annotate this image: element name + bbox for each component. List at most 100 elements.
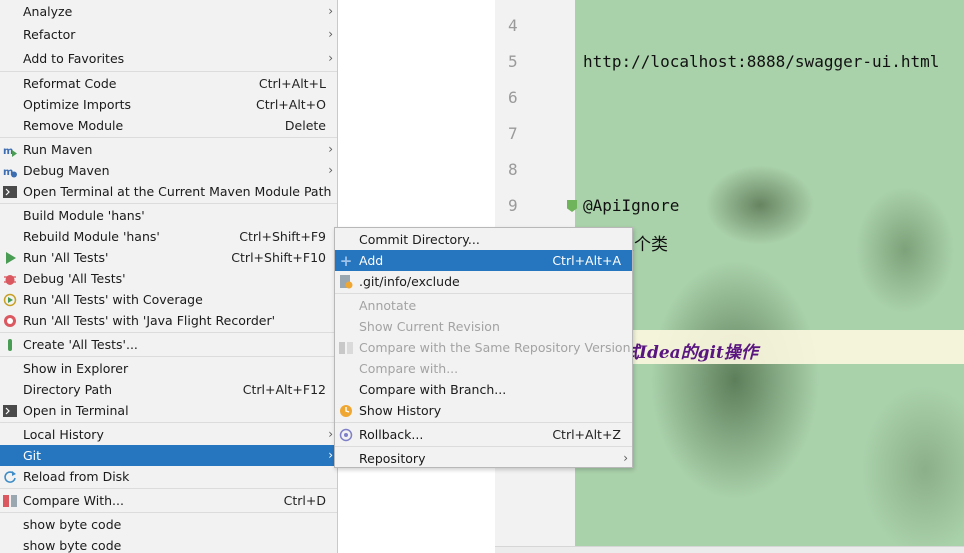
menu-item-rebuild-module[interactable]: Rebuild Module 'hans' Ctrl+Shift+F9	[0, 226, 337, 247]
menu-item-label: Directory Path	[23, 382, 113, 397]
debug-icon	[3, 272, 17, 286]
menu-item-git[interactable]: Git ›	[0, 445, 337, 466]
menu-item-label: Git	[23, 448, 42, 463]
menu-separator	[0, 512, 337, 513]
menu-item-shortcut: Ctrl+D	[283, 493, 326, 508]
menu-item-label: Show History	[359, 403, 442, 418]
menu-item-compare-with[interactable]: Compare With... Ctrl+D	[0, 490, 337, 511]
menu-item-shortcut: Ctrl+Alt+F12	[242, 382, 326, 397]
git-item-git-info-exclude[interactable]: .git/info/exclude	[335, 271, 632, 292]
menu-item-label: Annotate	[359, 298, 417, 313]
menu-separator	[335, 293, 632, 294]
submenu-arrow-icon: ›	[328, 4, 333, 18]
menu-item-label: Create 'All Tests'...	[23, 337, 138, 352]
menu-separator	[0, 71, 337, 72]
menu-item-analyze[interactable]: Analyze ›	[0, 1, 337, 22]
menu-item-build-module[interactable]: Build Module 'hans'	[0, 205, 337, 226]
menu-item-debug-maven[interactable]: m Debug Maven ›	[0, 160, 337, 181]
menu-item-show-in-explorer[interactable]: Show in Explorer	[0, 358, 337, 379]
git-item-show-history[interactable]: Show History	[335, 400, 632, 421]
line-number: 4	[508, 16, 518, 35]
svg-text:m: m	[3, 146, 13, 157]
compare-icon	[3, 494, 17, 508]
git-item-repository[interactable]: Repository ›	[335, 448, 632, 469]
menu-item-label: Show Current Revision	[359, 319, 500, 334]
menu-separator	[0, 203, 337, 204]
menu-item-run-maven[interactable]: m Run Maven ›	[0, 139, 337, 160]
menu-item-local-history[interactable]: Local History ›	[0, 424, 337, 445]
menu-item-show-byte-code-2[interactable]: show byte code	[0, 535, 337, 553]
git-item-compare-with-branch[interactable]: Compare with Branch...	[335, 379, 632, 400]
menu-separator	[0, 332, 337, 333]
menu-item-label: show byte code	[23, 517, 122, 532]
menu-item-shortcut: Ctrl+Shift+F9	[239, 229, 326, 244]
menu-item-label: Local History	[23, 427, 104, 442]
plus-icon: +	[339, 252, 353, 270]
menu-item-show-byte-code[interactable]: show byte code	[0, 514, 337, 535]
menu-separator	[0, 137, 337, 138]
reload-icon	[3, 470, 17, 484]
menu-item-label: Analyze	[23, 4, 73, 19]
git-item-compare-same-repo-version[interactable]: Compare with the Same Repository Version	[335, 337, 632, 358]
menu-item-label: Debug 'All Tests'	[23, 271, 126, 286]
git-submenu: Commit Directory... + Add Ctrl+Alt+A .gi…	[334, 227, 633, 468]
git-item-commit-directory[interactable]: Commit Directory...	[335, 229, 632, 250]
git-item-show-current-revision[interactable]: Show Current Revision	[335, 316, 632, 337]
menu-item-shortcut: Ctrl+Shift+F10	[231, 250, 326, 265]
history-icon	[339, 404, 353, 418]
line-number: 6	[508, 88, 518, 107]
menu-item-label: Optimize Imports	[23, 97, 132, 112]
menu-item-shortcut: Ctrl+Alt+O	[256, 97, 326, 112]
menu-item-shortcut: Delete	[284, 118, 326, 133]
git-item-compare-with[interactable]: Compare with...	[335, 358, 632, 379]
git-item-add[interactable]: + Add Ctrl+Alt+A	[335, 250, 632, 271]
menu-separator	[0, 356, 337, 357]
profiler-icon	[3, 314, 17, 328]
menu-item-label: Reformat Code	[23, 76, 117, 91]
git-file-icon	[339, 275, 353, 289]
menu-item-run-with-coverage[interactable]: Run 'All Tests' with Coverage	[0, 289, 337, 310]
submenu-arrow-icon: ›	[328, 427, 333, 441]
menu-item-label: Debug Maven	[23, 163, 110, 178]
menu-item-label: Compare With...	[23, 493, 124, 508]
menu-item-reformat-code[interactable]: Reformat Code Ctrl+Alt+L	[0, 73, 337, 94]
menu-item-shortcut: Ctrl+Alt+Z	[552, 427, 621, 442]
menu-item-directory-path[interactable]: Directory Path Ctrl+Alt+F12	[0, 379, 337, 400]
menu-item-reload-from-disk[interactable]: Reload from Disk	[0, 466, 337, 487]
menu-item-label: Compare with Branch...	[359, 382, 507, 397]
menu-separator	[0, 488, 337, 489]
menu-item-optimize-imports[interactable]: Optimize Imports Ctrl+Alt+O	[0, 94, 337, 115]
menu-item-label: Rebuild Module 'hans'	[23, 229, 160, 244]
menu-item-run-all-tests[interactable]: Run 'All Tests' Ctrl+Shift+F10	[0, 247, 337, 268]
menu-item-debug-all-tests[interactable]: Debug 'All Tests'	[0, 268, 337, 289]
menu-item-label: Build Module 'hans'	[23, 208, 145, 223]
menu-separator	[0, 422, 337, 423]
git-item-annotate[interactable]: Annotate	[335, 295, 632, 316]
menu-item-label: Run 'All Tests' with 'Java Flight Record…	[23, 313, 276, 328]
menu-item-open-terminal-maven[interactable]: Open Terminal at the Current Maven Modul…	[0, 181, 337, 202]
git-item-rollback[interactable]: Rollback... Ctrl+Alt+Z	[335, 424, 632, 445]
menu-item-refactor[interactable]: Refactor ›	[0, 24, 337, 45]
code-italic-line: 试Idea的git操作	[622, 343, 758, 363]
menu-item-label: Run Maven	[23, 142, 93, 157]
menu-item-label: Compare with...	[359, 361, 459, 376]
code-annotation-line: @ApiIgnore	[583, 196, 680, 215]
menu-item-remove-module[interactable]: Remove Module Delete	[0, 115, 337, 136]
menu-item-label: Show in Explorer	[23, 361, 129, 376]
submenu-arrow-icon: ›	[328, 163, 333, 177]
menu-item-label: Repository	[359, 451, 426, 466]
code-url-line: http://localhost:8888/swagger-ui.html	[583, 52, 940, 71]
line-number: 9	[508, 196, 518, 215]
menu-item-label: Run 'All Tests' with Coverage	[23, 292, 203, 307]
menu-item-label: Open Terminal at the Current Maven Modul…	[23, 184, 332, 199]
menu-item-open-in-terminal[interactable]: Open in Terminal	[0, 400, 337, 421]
menu-item-run-with-flight-recorder[interactable]: Run 'All Tests' with 'Java Flight Record…	[0, 310, 337, 331]
run-icon	[3, 251, 17, 265]
compare-icon	[339, 341, 353, 355]
horizontal-scrollbar[interactable]	[495, 546, 964, 553]
coverage-icon	[3, 293, 17, 307]
project-context-menu: Analyze › Refactor › Add to Favorites › …	[0, 0, 338, 553]
menu-item-create-all-tests[interactable]: Create 'All Tests'...	[0, 334, 337, 355]
menu-item-label: Run 'All Tests'	[23, 250, 109, 265]
menu-item-add-to-favorites[interactable]: Add to Favorites ›	[0, 48, 337, 69]
